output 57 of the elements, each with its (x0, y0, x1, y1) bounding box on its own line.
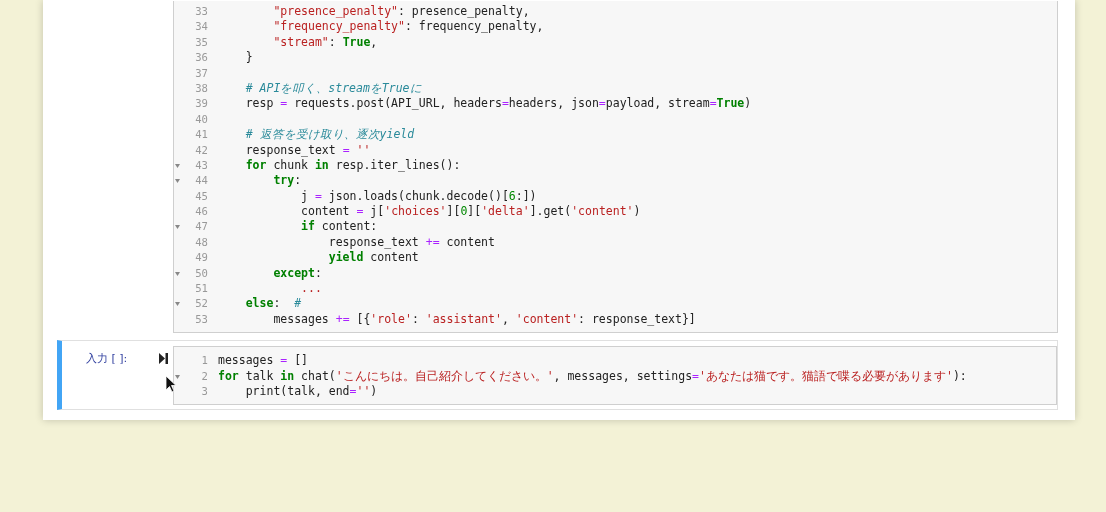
line-number: 3 (201, 385, 208, 397)
line-number: 52 (195, 297, 208, 310)
code-line: ... (300, 281, 322, 297)
code-line: else: # (244, 296, 302, 312)
input-prompt: 入力 [ ]: (86, 351, 128, 367)
fold-icon[interactable] (175, 374, 180, 379)
code-line: messages += [{'role': 'assistant', 'content': response_text}] (272, 311, 696, 328)
line-number: 2 (201, 369, 208, 382)
cursor-icon (166, 376, 176, 393)
line-number: 39 (195, 97, 208, 110)
code-line: yield content (327, 250, 419, 266)
code-cell[interactable]: 入力 [ ]: 1 messages = [] 2 for talk in chat('こんにちは。自己紹介してください。', messages, settings='あなたは猫です。猫語で喋る必要があります'): 3 print(talk, end='') (57, 340, 1058, 411)
code-line: for chunk in resp.iter_lines(): (244, 157, 461, 174)
code-line: j = json.loads(chunk.decode()[6:]) (300, 188, 537, 205)
line-number: 48 (195, 235, 208, 248)
code-line: for talk in chat('こんにちは。自己紹介してください。', messages, settings='あなたは猫です。猫語で喋る必要があります'): (218, 368, 967, 384)
code-line: try: (272, 173, 302, 189)
line-number: 41 (195, 128, 208, 141)
fold-icon[interactable] (175, 179, 180, 184)
line-number: 44 (195, 174, 208, 187)
fold-icon[interactable] (175, 163, 180, 168)
line-number: 47 (195, 220, 208, 233)
line-number: 1 (201, 354, 208, 367)
code-line: print(talk, end='') (244, 384, 378, 400)
fold-icon[interactable] (175, 271, 180, 276)
line-number: 53 (195, 312, 208, 325)
code-line: resp = requests.post(API_URL, headers=headers, json=payload, stream=True) (244, 96, 752, 112)
line-number: 36 (195, 51, 208, 64)
line-number: 40 (195, 112, 208, 125)
line-number: 34 (195, 20, 208, 33)
line-number: 35 (195, 35, 208, 48)
code-line: messages = [] (218, 353, 309, 369)
code-line: "frequency_penalty": frequency_penalty, (272, 19, 544, 35)
code-line: # APIを叩く、streamをTrueに (244, 80, 422, 97)
code-line: response_text = '' (244, 142, 371, 158)
code-line: response_text += content (327, 234, 495, 251)
code-line: if content: (300, 219, 378, 235)
fold-icon[interactable] (175, 225, 180, 230)
line-number: 38 (195, 81, 208, 94)
line-number: 50 (195, 266, 208, 279)
code-line: content = j['choices'][0]['delta'].get('content') (300, 204, 641, 220)
fold-icon[interactable] (175, 302, 180, 307)
code-line: } (244, 50, 253, 66)
run-icon[interactable] (159, 353, 168, 365)
line-number: 46 (195, 205, 208, 218)
code-line: except: (272, 265, 322, 282)
code-line: "stream": True, (272, 34, 378, 51)
line-number: 42 (195, 143, 208, 156)
code-line: # 返答を受け取り、逐次yield (244, 127, 415, 143)
code-line: "presence_penalty": presence_penalty, (272, 4, 530, 20)
line-number: 33 (195, 5, 208, 17)
line-number: 43 (195, 158, 208, 171)
line-number: 45 (195, 189, 208, 202)
line-number: 49 (195, 251, 208, 264)
line-number: 51 (195, 282, 208, 295)
line-number: 37 (195, 66, 208, 79)
code-editor[interactable]: 1 messages = [] 2 for talk in chat('こんにちは。自己紹介してください。', messages, settings='あなたは猫です。猫語で喋る必要があります'): 3 print(talk, end='') (173, 346, 1057, 406)
